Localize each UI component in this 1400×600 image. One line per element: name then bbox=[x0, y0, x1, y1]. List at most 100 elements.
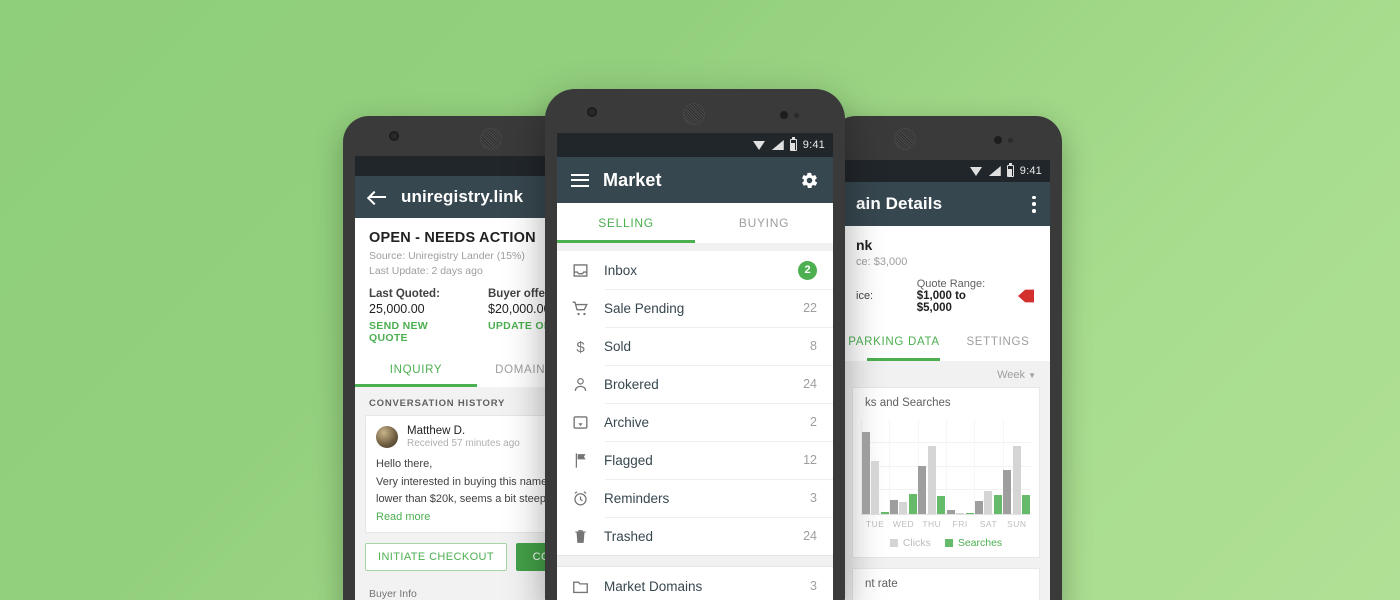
right-tab-indicator bbox=[866, 358, 940, 361]
list-item[interactable]: Inbox 2 bbox=[557, 251, 833, 289]
tab-parking-data[interactable]: PARKING DATA bbox=[842, 323, 946, 361]
chart-bar bbox=[899, 502, 908, 514]
light-sensor-icon bbox=[1008, 138, 1013, 143]
chart-x-label: SUN bbox=[1007, 519, 1027, 529]
period-selector[interactable]: Week ▼ bbox=[842, 361, 1050, 387]
list-item-label: Sale Pending bbox=[604, 300, 685, 316]
domain-price: ce: $3,000 bbox=[856, 256, 908, 268]
chart-bar-group bbox=[946, 510, 974, 514]
list-item-label: Sold bbox=[604, 338, 632, 354]
chart-bar bbox=[889, 499, 898, 514]
center-tab-indicator bbox=[557, 240, 695, 243]
chart-bar bbox=[1003, 469, 1012, 514]
chart-bar bbox=[880, 511, 889, 514]
list-item-label: Flagged bbox=[604, 452, 653, 468]
quote-range-value: $1,000 to $5,000 bbox=[916, 290, 966, 314]
chart-legend-item: Searches bbox=[944, 537, 1002, 549]
list-item[interactable]: Flagged 12 bbox=[557, 441, 833, 479]
unread-badge: 2 bbox=[798, 260, 817, 280]
alarm-icon bbox=[571, 489, 590, 508]
list-item[interactable]: Trashed 24 bbox=[557, 517, 833, 555]
hamburger-icon[interactable] bbox=[571, 173, 589, 187]
price-tag-icon bbox=[1018, 289, 1034, 303]
last-quoted-label: Last Quoted: bbox=[369, 288, 440, 301]
period-selector-label: Week bbox=[997, 369, 1026, 381]
list-item[interactable]: Brokered 24 bbox=[557, 365, 833, 403]
list-item-label: Trashed bbox=[604, 528, 654, 544]
list-item-count: 2 bbox=[810, 415, 817, 429]
proximity-sensor-icon bbox=[994, 136, 1002, 144]
person-icon bbox=[571, 375, 590, 394]
list-item-count: 24 bbox=[803, 529, 817, 543]
chart-bar bbox=[927, 445, 936, 514]
screenshot-stage: uniregistry.link OPEN - NEEDS ACTION Sou… bbox=[0, 0, 1400, 600]
chart-x-label: TUE bbox=[865, 519, 885, 529]
list-item-count: 24 bbox=[803, 377, 817, 391]
list-item-label: Inbox bbox=[604, 262, 638, 278]
svg-text:$: $ bbox=[576, 339, 585, 356]
send-new-quote-button[interactable]: SEND NEW QUOTE bbox=[369, 320, 466, 344]
quote-range-block: Quote Range: $1,000 to $5,000 bbox=[917, 278, 996, 314]
list-item-count: 3 bbox=[810, 491, 817, 505]
center-tabs: SELLING BUYING bbox=[557, 203, 833, 243]
tab-buying[interactable]: BUYING bbox=[695, 203, 833, 243]
chart-bar-group bbox=[918, 445, 946, 514]
speaker-icon bbox=[480, 128, 502, 150]
chart-x-label: FRI bbox=[952, 519, 968, 529]
arrow-back-icon[interactable] bbox=[369, 190, 387, 204]
list-item-count: 22 bbox=[803, 301, 817, 315]
right-statusbar: 9:41 bbox=[842, 160, 1050, 182]
price-label: ice: bbox=[856, 290, 874, 302]
message-timestamp: Received 57 minutes ago bbox=[407, 438, 520, 450]
more-vert-icon[interactable] bbox=[1032, 195, 1036, 213]
list-item[interactable]: $ Sold 8 bbox=[557, 327, 833, 365]
market-list: Inbox 2 Sale Pending 22 $ Sold 8 Brokered 24 Arch… bbox=[557, 251, 833, 555]
last-quoted-value: 25,000.00 bbox=[369, 302, 425, 317]
list-item-count: 3 bbox=[810, 579, 817, 593]
list-item[interactable]: Sale Pending 22 bbox=[557, 289, 833, 327]
market-domains-list: Market Domains 3 bbox=[557, 567, 833, 600]
chart-bar bbox=[861, 432, 870, 514]
avatar bbox=[376, 426, 398, 449]
chart-legend-label: Clicks bbox=[902, 537, 931, 549]
chart-legend: Clicks Searches bbox=[861, 537, 1031, 551]
rate-chart-title: nt rate bbox=[865, 578, 898, 590]
gear-icon[interactable] bbox=[800, 171, 819, 190]
right-phone-device: 9:41 ain Details nk ce: $3,000 ice: Quot… bbox=[830, 116, 1062, 600]
rate-chart-card: nt rate bbox=[852, 568, 1040, 600]
tab-inquiry[interactable]: INQUIRY bbox=[355, 353, 477, 387]
list-item[interactable]: Market Domains 3 bbox=[557, 567, 833, 600]
list-item-label: Brokered bbox=[604, 376, 659, 392]
domain-header: nk ce: $3,000 ice: Quote Range: $1,000 t… bbox=[842, 226, 1050, 323]
chart-bar-group bbox=[861, 432, 889, 514]
cart-icon bbox=[571, 299, 590, 318]
parking-data-panel: Week ▼ ks and Searches TUE WED THU FRI SAT SU… bbox=[842, 361, 1050, 600]
list-item[interactable]: Reminders 3 bbox=[557, 479, 833, 517]
battery-icon bbox=[1006, 163, 1014, 177]
quote-range-row: ice: Quote Range: $1,000 to $5,000 bbox=[856, 278, 1036, 314]
right-page-title: ain Details bbox=[856, 194, 943, 213]
list-group-separator bbox=[557, 555, 833, 567]
last-quoted-column: Last Quoted: 25,000.00 SEND NEW QUOTE bbox=[369, 288, 466, 344]
flag-icon bbox=[571, 451, 590, 470]
signal-icon bbox=[771, 140, 784, 150]
initiate-checkout-button[interactable]: INITIATE CHECKOUT bbox=[365, 542, 507, 571]
right-phone-screen: 9:41 ain Details nk ce: $3,000 ice: Quot… bbox=[842, 160, 1050, 600]
archive-icon bbox=[571, 413, 590, 432]
camera-icon bbox=[389, 131, 399, 141]
tab-selling[interactable]: SELLING bbox=[557, 203, 695, 243]
tab-settings[interactable]: SETTINGS bbox=[946, 323, 1050, 361]
app-title: Market bbox=[603, 169, 662, 190]
center-status-time: 9:41 bbox=[802, 139, 825, 151]
list-item[interactable]: Archive 2 bbox=[557, 403, 833, 441]
right-phone-bezel bbox=[830, 116, 1062, 162]
chart-bar bbox=[946, 510, 955, 514]
chart-bar bbox=[1012, 445, 1021, 514]
speaker-icon bbox=[683, 103, 705, 125]
right-tabs: PARKING DATA SETTINGS bbox=[842, 323, 1050, 361]
center-phone-bezel bbox=[545, 89, 845, 137]
chart-bar bbox=[974, 500, 983, 514]
right-status-time: 9:41 bbox=[1019, 165, 1042, 177]
chart-x-label: THU bbox=[922, 519, 942, 529]
chart-bar bbox=[871, 461, 880, 514]
